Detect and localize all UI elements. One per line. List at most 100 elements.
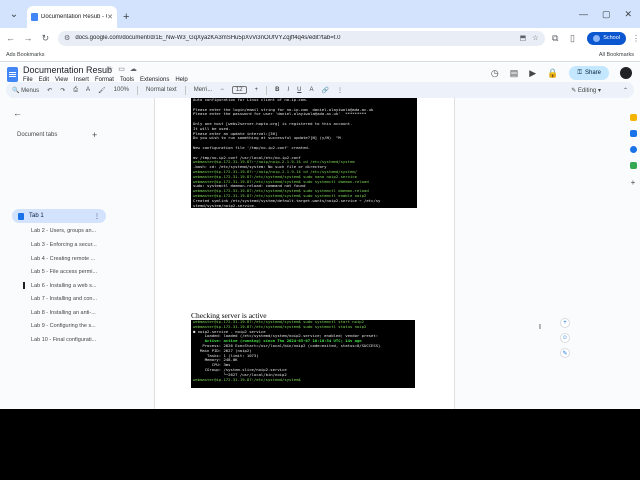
menus-search[interactable]: 🔍 Menus [12,87,39,94]
subtab-lab-8[interactable]: Lab 8 - Installing an anti-... [31,310,96,316]
font-size-increase[interactable]: + [255,87,259,93]
address-bar: ← → ↻ ⚙ docs.google.com/document/d/1E_Nw… [0,28,640,48]
terminal-line: webmaster@ip-172-31-19-87:/etc/systemd/s… [193,376,304,382]
header-actions: ◷ ▤ ▶ 🔒 ⚿ Share [491,66,632,80]
suggest-edit-icon[interactable]: ✎ [560,348,570,358]
subtab-lab-2[interactable]: Lab 2 - Users, groups an... [31,228,96,234]
new-tab-icon[interactable]: + [123,11,135,23]
divider [266,85,268,95]
italic-icon[interactable]: I [287,87,289,93]
extensions-icon[interactable]: ⧉ [549,33,562,44]
collapse-menus-icon[interactable]: ⌃ [623,87,628,94]
browser-tab-title: Documentation Resub - Googl [41,14,107,20]
add-tab-icon[interactable]: + [92,130,97,140]
font-select[interactable]: Merri... [194,87,213,93]
link-icon[interactable]: 🔗 [321,87,328,94]
meet-icon[interactable]: ▶ [529,68,536,79]
subtab-lab-3[interactable]: Lab 3 - Enforcing a secur... [31,242,97,248]
redo-icon[interactable]: ↷ [60,87,65,94]
title-icons: ☆ ▭ ☁ [107,65,137,73]
menus-search-label: Menus [21,87,40,94]
bookmark-ads[interactable]: Ads Bookmarks [6,52,45,58]
maximize-icon[interactable]: ▢ [602,9,611,20]
tabs-heading: Document tabs [17,132,58,138]
editing-mode-select[interactable]: ✎ Editing ▾ [571,87,601,94]
comments-icon[interactable]: ▤ [510,68,519,79]
install-icon[interactable]: ⬒ [520,34,527,42]
url-field[interactable]: ⚙ docs.google.com/document/d/1E_Nw-W3_Gq… [58,30,545,46]
font-size-field[interactable]: 12 [231,86,247,94]
maps-icon[interactable] [629,162,637,169]
close-window-icon[interactable]: ✕ [624,9,632,20]
terminal-screenshot-noip-setup: Auto configuration for Linux client of n… [191,98,417,208]
document-page[interactable]: Auto configuration for Linux client of n… [154,98,455,409]
tab-1[interactable]: Tab 1 ⋮ [12,209,106,223]
add-comment-icon[interactable]: + [560,318,570,328]
bold-icon[interactable]: B [275,87,279,93]
tab-search-icon[interactable]: ⌄ [5,5,23,23]
get-addons-icon[interactable]: + [631,178,636,187]
avatar[interactable] [620,67,632,79]
tasks-icon[interactable] [629,130,637,137]
history-icon[interactable]: ◷ [491,68,499,79]
divider [184,85,186,95]
close-tab-icon[interactable]: ✕ [107,13,113,21]
editing-mode-label: Editing [577,87,597,94]
tab-options-icon[interactable]: ⋮ [94,213,100,220]
paint-format-icon[interactable]: 🖌 [98,87,106,94]
tab-1-label: Tab 1 [29,213,44,219]
underline-icon[interactable]: U [297,87,301,93]
docs-logo-icon[interactable] [7,67,18,82]
print-icon[interactable]: ⎙ [73,87,78,94]
keep-icon[interactable] [629,114,637,121]
close-outline-icon[interactable]: ← [13,108,22,118]
floating-actions: + ☺ ✎ [560,318,570,358]
docs-favicon-icon [31,13,38,21]
profile-button[interactable]: School [587,31,627,45]
mouse-cursor-icon: I [539,324,541,331]
bookmark-star-icon[interactable]: ☆ [532,34,538,42]
subtab-lab-5[interactable]: Lab 5 - File access permi... [31,269,97,275]
profile-label: School [603,35,621,41]
back-icon[interactable]: ← [4,33,17,43]
star-icon[interactable]: ☆ [107,65,113,73]
subtab-lab-4[interactable]: Lab 4 - Creating remote ... [31,256,95,262]
sidepanel-icon[interactable]: ▯ [566,33,579,44]
contacts-icon[interactable] [629,146,637,153]
text-color-icon[interactable]: A [309,87,313,93]
style-select[interactable]: Normal text [146,87,177,93]
current-section-marker [23,282,25,289]
terminal-screenshot-service-status: webmaster@ip-172-31-19-87:/etc/systemd/s… [191,320,415,388]
browser-tab-strip: ⌄ Documentation Resub - Googl ✕ + — ▢ ✕ [0,0,640,28]
subtab-lab-9[interactable]: Lab 9 - Configuring the s... [31,323,96,329]
share-label: Share [584,70,601,76]
subtab-lab-7[interactable]: Lab 7 - Installing and con... [31,296,97,302]
more-options-icon[interactable]: ⋮ [337,87,343,94]
share-button[interactable]: ⚿ Share [569,66,609,80]
divider [137,85,139,95]
subtab-lab-10[interactable]: Lab 10 - Final configurati... [31,337,96,343]
forward-icon[interactable]: → [21,33,34,43]
undo-icon[interactable]: ↶ [47,87,52,94]
bookmarks-bar: Ads Bookmarks All Bookmarks [0,48,640,62]
url-text: docs.google.com/document/d/1E_Nw-W3_GqXy… [75,35,341,41]
tab-doc-icon [18,212,24,220]
emoji-reaction-icon[interactable]: ☺ [560,333,570,343]
document-canvas: Auto configuration for Linux client of n… [110,98,640,409]
browser-menu-icon[interactable]: ⋮ [632,34,640,43]
browser-tab-active[interactable]: Documentation Resub - Googl ✕ [27,6,117,28]
document-title[interactable]: Documentation Resub [23,65,112,75]
cloud-status-icon[interactable]: ☁ [130,65,137,73]
minimize-icon[interactable]: — [579,9,588,19]
font-size-decrease[interactable]: − [220,87,224,93]
subtab-lab-6[interactable]: Lab 6 - Installing a web s... [31,283,96,289]
site-info-icon[interactable]: ⚙ [64,34,70,42]
reload-icon[interactable]: ↻ [39,33,52,44]
move-folder-icon[interactable]: ▭ [118,65,125,73]
zoom-select[interactable]: 100% [114,87,129,93]
lock-icon[interactable]: 🔒 [547,68,558,79]
formatting-toolbar: 🔍 Menus ↶ ↷ ⎙ A 🖌 100% Normal text Merri… [6,82,634,98]
spellcheck-icon[interactable]: A [86,87,90,93]
share-lock-icon: ⚿ [577,69,582,76]
all-bookmarks[interactable]: All Bookmarks [599,52,634,58]
